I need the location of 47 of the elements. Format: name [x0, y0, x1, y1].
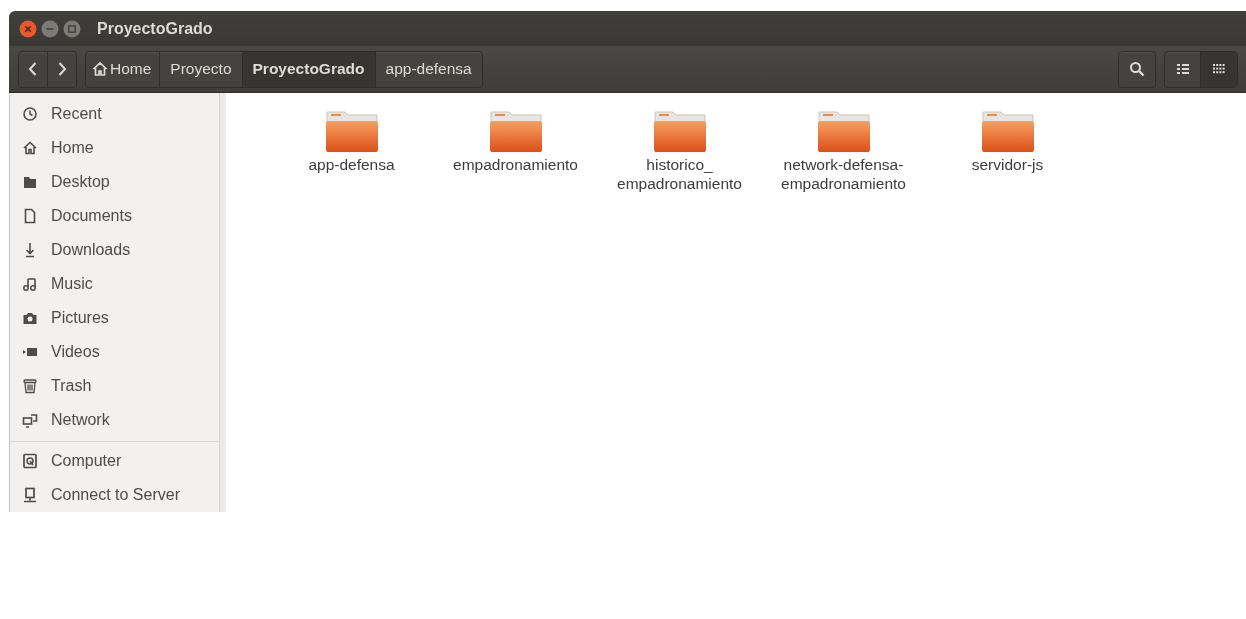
grid-view-icon — [1212, 62, 1226, 76]
folder-name: network-defensa-empadronamiento — [780, 155, 907, 193]
folder-name: app-defensa — [308, 155, 395, 174]
breadcrumb-button[interactable]: Proyecto — [160, 51, 243, 87]
sidebar-item[interactable]: Recent — [10, 97, 219, 131]
folder-icon — [980, 109, 1035, 153]
chevron-left-icon — [27, 61, 39, 77]
folder-name: empadronamiento — [453, 155, 578, 174]
close-icon[interactable] — [19, 19, 37, 38]
maximize-icon[interactable] — [63, 19, 81, 38]
document-icon — [22, 208, 38, 224]
breadcrumb-button[interactable]: ProyectoGrado — [242, 51, 376, 87]
sidebar-item[interactable]: Connect to Server — [10, 478, 219, 512]
network-icon — [22, 412, 38, 428]
grid-view-button[interactable] — [1201, 51, 1237, 87]
camera-icon — [22, 310, 38, 326]
folder-icon — [22, 174, 38, 190]
clock-icon — [22, 106, 38, 122]
breadcrumb-button[interactable]: app-defensa — [375, 51, 482, 87]
window-title: ProyectoGrado — [97, 19, 213, 38]
sidebar-item[interactable]: Pictures — [10, 301, 219, 335]
sidebar-item[interactable]: Downloads — [10, 233, 219, 267]
trash-icon — [22, 378, 38, 394]
sidebar-item[interactable]: Trash — [10, 369, 219, 403]
folder-name: servidor-js — [971, 155, 1044, 174]
sidebar-item[interactable]: Desktop — [10, 165, 219, 199]
music-note-icon — [22, 276, 38, 292]
folder-icon — [324, 109, 379, 153]
sidebar-item[interactable]: Computer — [10, 444, 219, 478]
sidebar-item[interactable]: Network — [10, 403, 219, 437]
server-icon — [22, 487, 38, 503]
drive-icon — [22, 453, 38, 469]
sidebar-item[interactable]: Music — [10, 267, 219, 301]
folder-icon — [488, 109, 543, 153]
sidebar-item[interactable]: Home — [10, 131, 219, 165]
folder-icon — [816, 109, 871, 153]
chevron-right-icon — [56, 61, 68, 77]
minimize-icon[interactable] — [41, 19, 59, 38]
breadcrumb-button[interactable]: Home — [86, 51, 161, 87]
house-icon — [22, 140, 38, 156]
folder-icon — [652, 109, 707, 153]
sidebar-item[interactable]: Documents — [10, 199, 219, 233]
sidebar-item[interactable]: Videos — [10, 335, 219, 369]
search-icon — [1129, 61, 1145, 77]
house-icon — [92, 61, 108, 77]
list-view-icon — [1175, 62, 1190, 76]
folder-name: historico_empadronamiento — [616, 155, 743, 193]
